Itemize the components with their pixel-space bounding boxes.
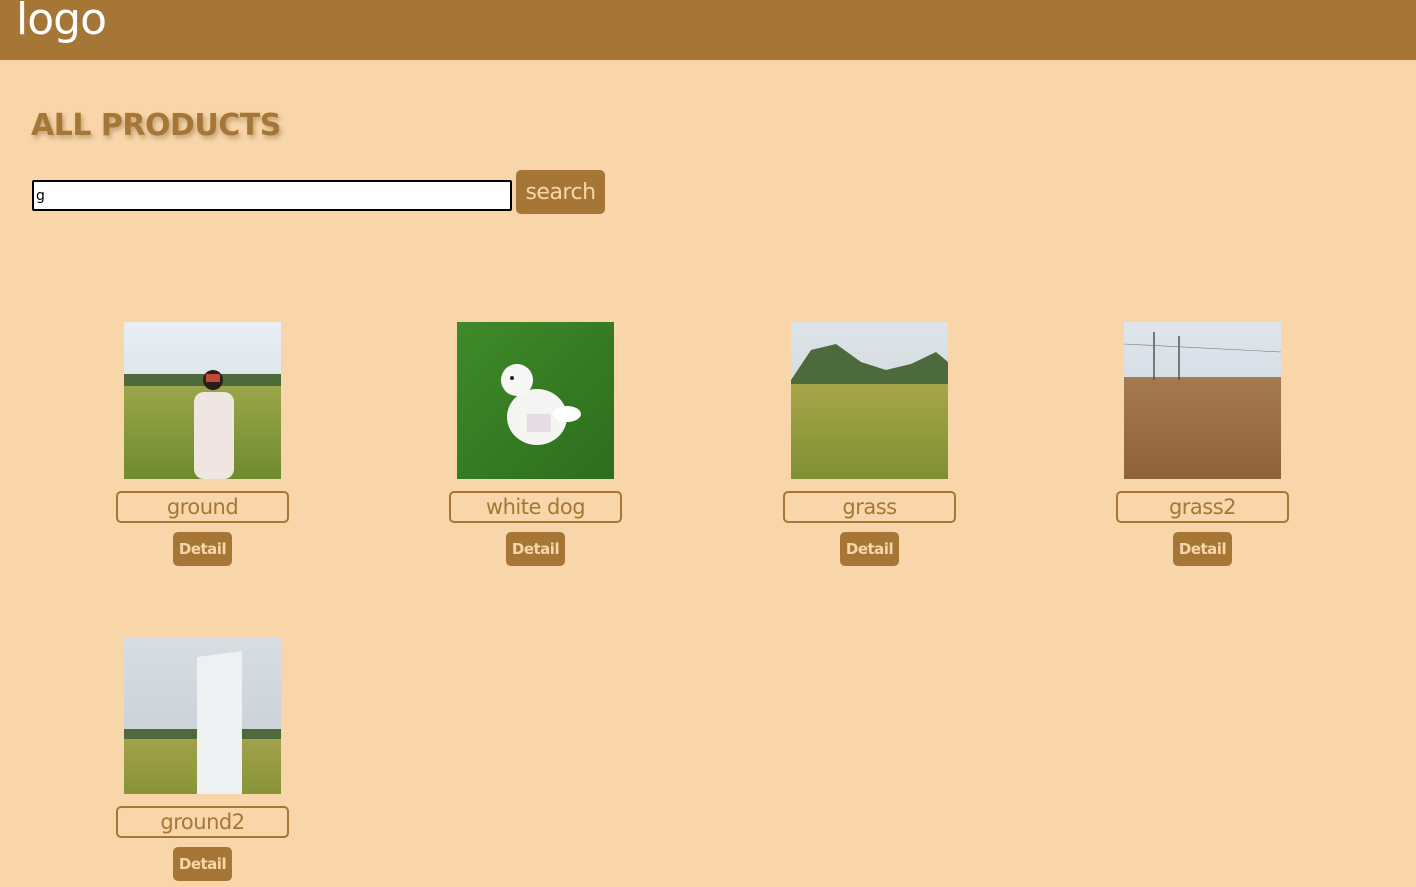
product-name: grass — [783, 491, 956, 523]
product-image — [124, 322, 281, 479]
search-button[interactable]: search — [516, 170, 605, 214]
product-image — [1124, 322, 1281, 479]
product-name: grass2 — [1116, 491, 1289, 523]
product-card: white dog Detail — [449, 322, 629, 572]
product-image — [457, 322, 614, 479]
product-card: grass Detail — [783, 322, 963, 572]
detail-button[interactable]: Detail — [173, 847, 232, 881]
top-header: logo — [0, 0, 1416, 60]
product-image — [124, 637, 281, 794]
product-name: white dog — [449, 491, 622, 523]
product-card: ground Detail — [116, 322, 296, 572]
page-title: ALL PRODUCTS — [31, 108, 281, 143]
product-name: ground — [116, 491, 289, 523]
detail-button[interactable]: Detail — [1173, 532, 1232, 566]
detail-button[interactable]: Detail — [173, 532, 232, 566]
search-input[interactable] — [32, 180, 512, 211]
detail-button[interactable]: Detail — [506, 532, 565, 566]
detail-button[interactable]: Detail — [840, 532, 899, 566]
logo[interactable]: logo — [16, 0, 107, 45]
product-name: ground2 — [116, 806, 289, 838]
product-card: ground2 Detail — [116, 637, 296, 887]
product-card: grass2 Detail — [1116, 322, 1296, 572]
product-image — [791, 322, 948, 479]
